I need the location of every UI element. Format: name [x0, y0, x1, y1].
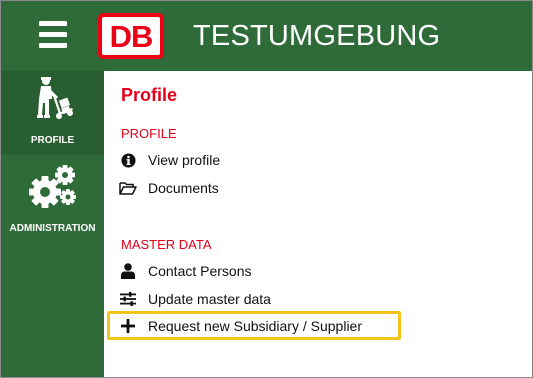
gears-icon [1, 165, 104, 211]
sliders-icon [119, 290, 137, 308]
page-title: Profile [121, 85, 178, 105]
menu-item-label: Documents [148, 180, 219, 196]
worker-trolley-icon [1, 75, 104, 121]
sidebar-item-profile[interactable]: PROFILE [1, 71, 104, 155]
info-circle-icon [119, 151, 137, 169]
menu-item-label: Update master data [148, 291, 271, 307]
db-logo[interactable]: DB [98, 13, 164, 59]
top-bar: DB TESTUMGEBUNG [1, 1, 532, 71]
sidebar: PROFILE ADMINISTRATION [1, 71, 104, 377]
app-title: TESTUMGEBUNG [193, 20, 441, 52]
app-window: DB TESTUMGEBUNG PROFILE ADMINISTRATION P… [0, 0, 533, 378]
sidebar-item-label: PROFILE [30, 135, 75, 146]
menu-item-label: Request new Subsidiary / Supplier [148, 318, 363, 334]
plus-icon [119, 317, 137, 335]
sidebar-item-label: ADMINISTRATION [9, 223, 96, 234]
db-logo-text: DB [102, 17, 160, 55]
sidebar-item-administration[interactable]: ADMINISTRATION [1, 155, 104, 239]
menu-item-label: View profile [148, 152, 221, 168]
menu-item-documents[interactable]: Documents [119, 178, 219, 198]
folder-open-icon [119, 179, 137, 197]
section-title-master-data: MASTER DATA [121, 237, 212, 252]
hamburger-menu-icon[interactable] [39, 21, 67, 49]
menu-item-request-new-subsidiary-supplier[interactable]: Request new Subsidiary / Supplier [119, 316, 362, 336]
menu-item-label: Contact Persons [148, 263, 252, 279]
menu-item-view-profile[interactable]: View profile [119, 150, 220, 170]
section-title-profile: PROFILE [121, 126, 177, 141]
menu-item-contact-persons[interactable]: Contact Persons [119, 261, 252, 281]
menu-item-update-master-data[interactable]: Update master data [119, 289, 271, 309]
user-icon [119, 262, 137, 280]
